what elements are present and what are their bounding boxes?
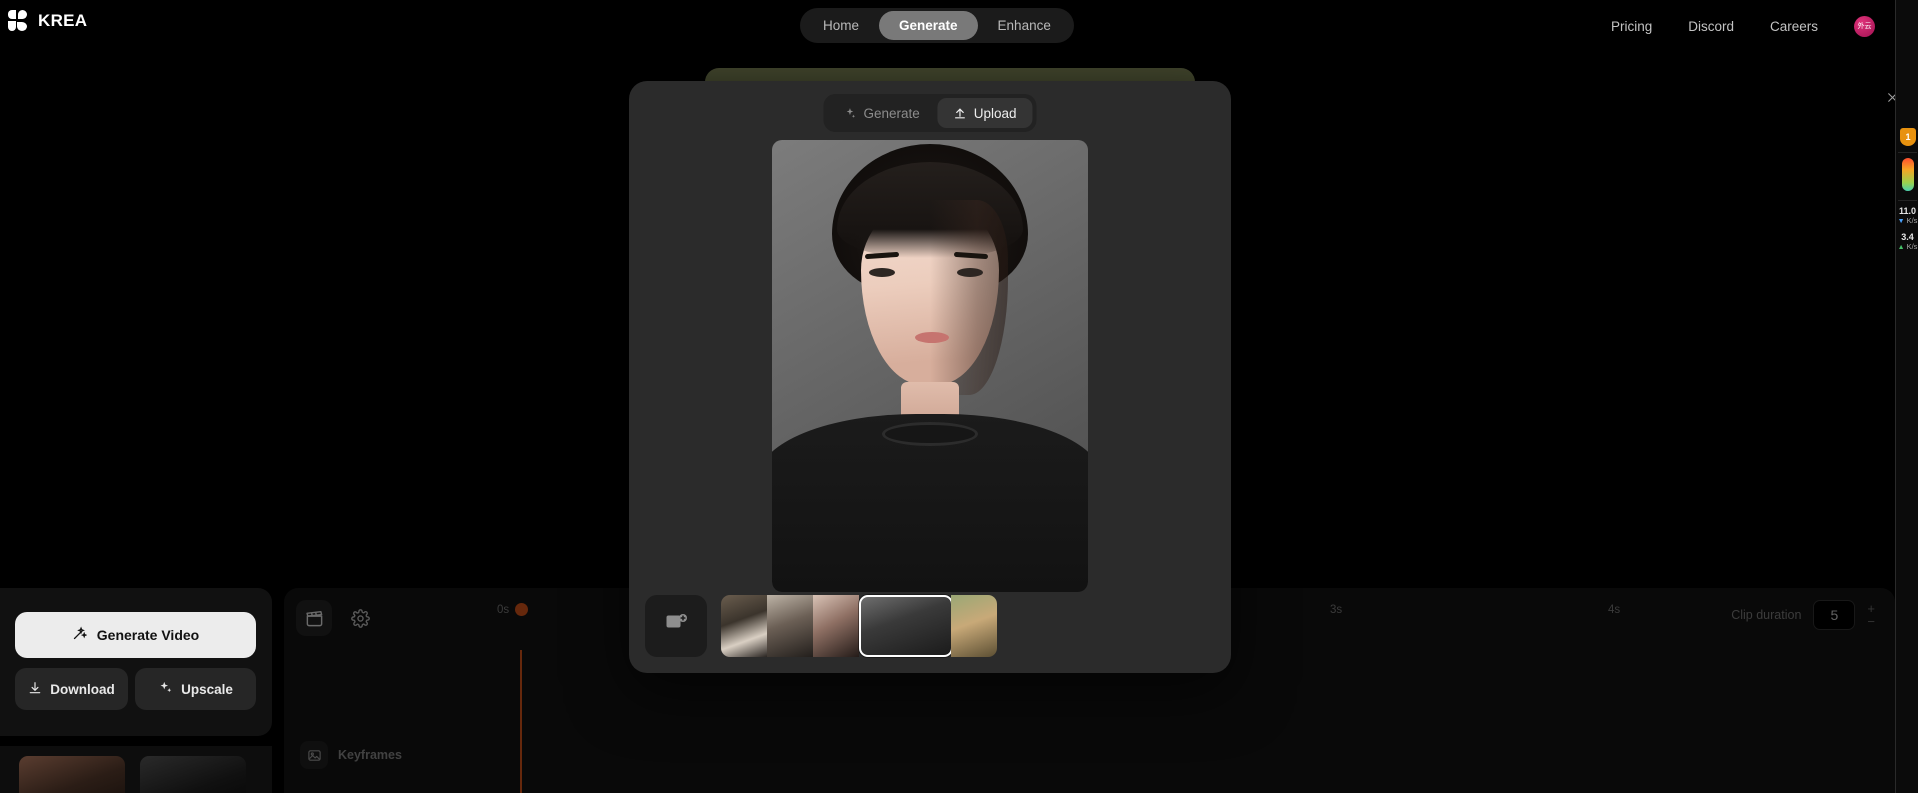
download-speed-value: 11.0 xyxy=(1898,206,1917,216)
avatar[interactable]: 外云 xyxy=(1854,15,1875,37)
brand-name: KREA xyxy=(38,11,88,30)
network-download-speed: 11.0 ▼ K/s xyxy=(1896,206,1918,226)
nav-link-pricing[interactable]: Pricing xyxy=(1611,19,1652,34)
modal-tab-generate[interactable]: Generate xyxy=(827,98,935,128)
left-gallery-strip xyxy=(0,746,272,793)
thumbnail-man-suit[interactable] xyxy=(721,594,767,657)
gallery-thumb-dark-figure[interactable] xyxy=(140,756,246,793)
nav-link-careers[interactable]: Careers xyxy=(1770,19,1818,34)
download-speed-unit: ▼ K/s xyxy=(1896,216,1918,226)
modal-preview-image[interactable] xyxy=(772,140,1088,592)
modal-tab-upload[interactable]: Upload xyxy=(937,98,1033,128)
nav-tab-home[interactable]: Home xyxy=(803,11,879,40)
left-actions-panel: Generate Video Download Upscale xyxy=(0,588,272,736)
color-gradient-icon[interactable] xyxy=(1902,158,1914,191)
upscale-button[interactable]: Upscale xyxy=(135,668,256,710)
modal-thumbnail-strip xyxy=(645,594,1215,657)
gallery-thumb-woman-eyes[interactable] xyxy=(19,756,125,793)
extension-divider-2 xyxy=(1898,200,1917,201)
top-navigation-bar: KREA Home Generate Enhance Pricing Disco… xyxy=(0,0,1895,52)
nav-link-discord[interactable]: Discord xyxy=(1688,19,1734,34)
add-image-button[interactable] xyxy=(645,594,707,657)
download-label: Download xyxy=(50,681,115,697)
download-unit-text: K/s xyxy=(1906,216,1918,225)
sparkles-icon xyxy=(158,680,173,698)
extension-divider-1 xyxy=(1898,152,1917,153)
generate-video-button[interactable]: Generate Video xyxy=(15,612,256,658)
main-nav-tabs: Home Generate Enhance xyxy=(800,8,1074,43)
brand[interactable]: KREA xyxy=(8,10,87,32)
network-upload-speed: 3.4 ▲ K/s xyxy=(1896,232,1918,252)
upload-arrow-icon: ▲ xyxy=(1897,244,1905,251)
shield-icon[interactable]: 1 xyxy=(1900,128,1916,146)
thumbnail-row xyxy=(721,594,997,657)
browser-extension-sidebar: 1 11.0 ▼ K/s 3.4 ▲ K/s xyxy=(1895,0,1918,793)
upscale-label: Upscale xyxy=(181,681,233,697)
upload-speed-unit: ▲ K/s xyxy=(1896,242,1918,252)
modal-tab-generate-label: Generate xyxy=(863,105,920,121)
download-arrow-icon: ▼ xyxy=(1897,218,1905,225)
krea-logo-icon xyxy=(8,10,28,32)
sparkle-icon xyxy=(843,107,856,120)
nav-tab-enhance[interactable]: Enhance xyxy=(978,11,1071,40)
upload-arrow-icon xyxy=(954,107,967,120)
thumbnail-toddler[interactable] xyxy=(951,594,997,657)
add-image-icon xyxy=(664,611,688,640)
download-arrow-icon xyxy=(28,681,42,698)
modal-tab-group: Generate Upload xyxy=(823,94,1037,132)
image-picker-modal: Generate Upload xyxy=(629,81,1231,673)
nav-tab-generate[interactable]: Generate xyxy=(879,11,978,40)
upload-speed-value: 3.4 xyxy=(1901,232,1914,242)
thumbnail-selected-young-man[interactable] xyxy=(859,594,953,657)
generate-video-label: Generate Video xyxy=(96,627,200,643)
portrait-illustration xyxy=(772,140,1088,592)
thumbnail-woman-face[interactable] xyxy=(813,594,859,657)
magic-wand-icon xyxy=(72,626,88,644)
nav-right-group: Pricing Discord Careers 外云 xyxy=(1611,0,1875,52)
download-button[interactable]: Download xyxy=(15,668,128,710)
thumbnail-woman-profile[interactable] xyxy=(767,594,813,657)
app-root: KREA Home Generate Enhance Pricing Disco… xyxy=(0,0,1918,793)
upload-unit-text: K/s xyxy=(1906,242,1918,251)
modal-tab-upload-label: Upload xyxy=(973,105,1017,121)
